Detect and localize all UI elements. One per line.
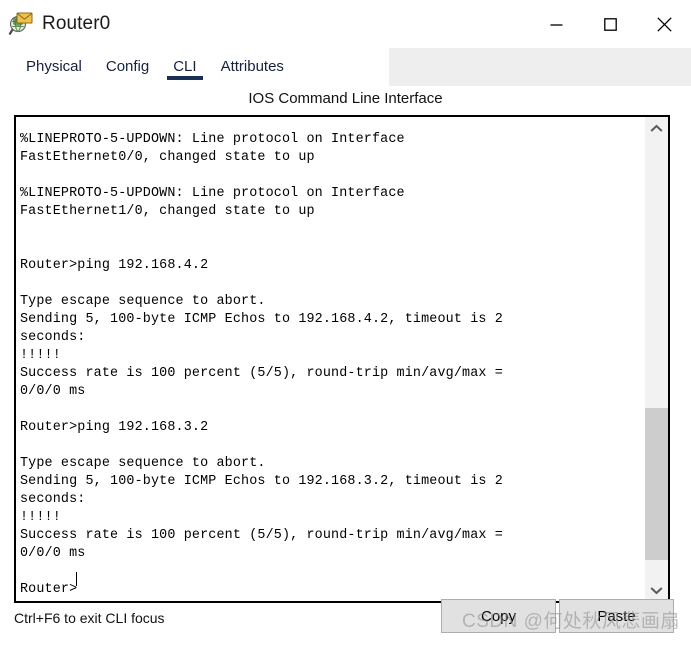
scroll-up-button[interactable] — [645, 117, 668, 139]
paste-button[interactable]: Paste — [559, 599, 674, 633]
cli-header-title: IOS Command Line Interface — [248, 90, 443, 107]
chevron-down-icon — [650, 586, 663, 594]
close-button[interactable] — [637, 0, 691, 48]
window-titlebar: Router0 — [0, 0, 691, 48]
scrollbar-thumb[interactable] — [645, 408, 668, 560]
tab-physical[interactable]: Physical — [14, 48, 94, 86]
packet-tracer-router-icon — [8, 11, 34, 37]
cli-focus-hint: Ctrl+F6 to exit CLI focus — [14, 610, 165, 626]
window-controls — [529, 0, 691, 48]
scroll-down-button[interactable] — [645, 579, 668, 601]
maximize-icon — [603, 17, 617, 31]
window-title: Router0 — [42, 13, 111, 34]
maximize-button[interactable] — [583, 0, 637, 48]
cli-panel: IOS Command Line Interface %LINEPROTO-5-… — [0, 86, 691, 645]
tab-list: Physical Config CLI Attributes — [14, 48, 296, 86]
terminal-output: %LINEPROTO-5-UPDOWN: Line protocol on In… — [20, 132, 503, 598]
terminal-scrollbar[interactable] — [645, 117, 668, 601]
tabstrip: Physical Config CLI Attributes — [0, 48, 691, 86]
close-icon — [656, 16, 672, 32]
terminal-container[interactable]: %LINEPROTO-5-UPDOWN: Line protocol on In… — [14, 115, 670, 603]
tab-config[interactable]: Config — [94, 48, 161, 86]
terminal-caret — [76, 572, 77, 586]
chevron-up-icon — [650, 124, 663, 132]
tab-cli[interactable]: CLI — [161, 48, 208, 86]
tab-attributes[interactable]: Attributes — [209, 48, 296, 86]
copy-button[interactable]: Copy — [441, 599, 556, 633]
minimize-icon — [550, 23, 562, 26]
minimize-button[interactable] — [529, 0, 583, 48]
